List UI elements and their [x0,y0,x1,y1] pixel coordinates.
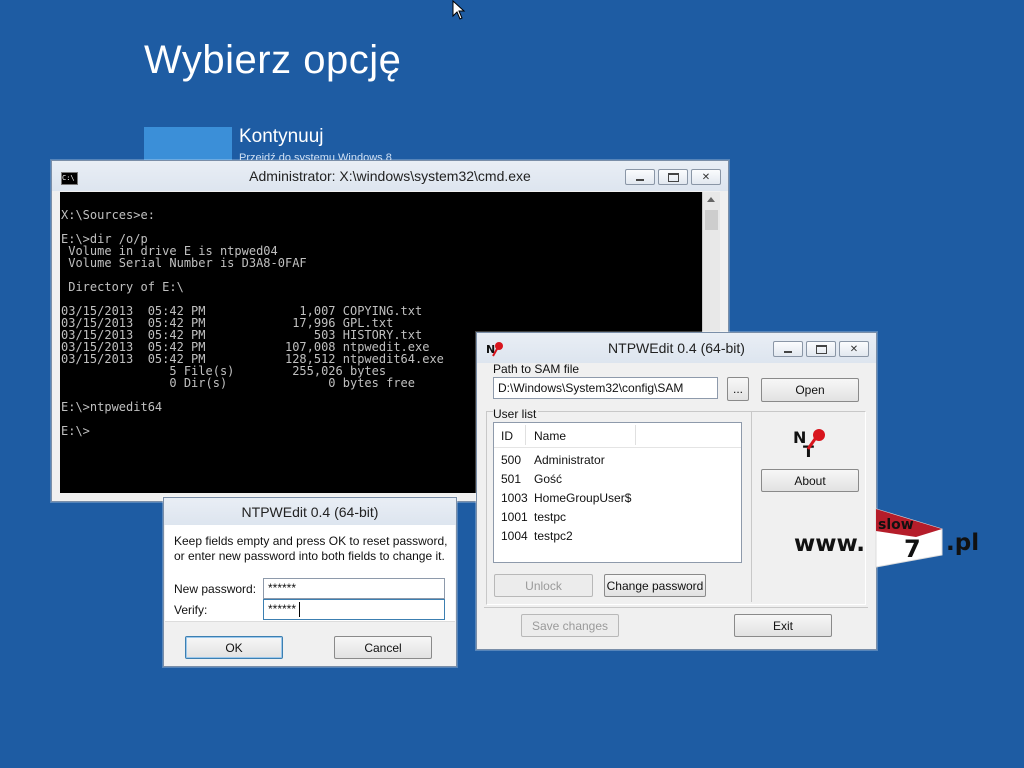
open-button[interactable]: Open [761,378,859,402]
verify-input[interactable]: ****** [263,599,445,620]
change-password-button[interactable]: Change password [604,574,706,597]
watermark-number: 7 [904,535,921,563]
sam-path-input[interactable]: D:\Windows\System32\config\SAM [493,377,718,399]
user-list-header: ID Name [494,423,741,448]
sam-path-label: Path to SAM file [493,362,580,376]
maximize-icon [815,344,827,354]
user-id: 1004 [501,529,528,543]
close-icon: ✕ [849,343,859,355]
new-password-input[interactable]: ****** [263,578,445,599]
password-dialog-message-1: Keep fields empty and press OK to reset … [174,534,448,548]
ntpwedit-titlebar[interactable]: N NTPWEdit 0.4 (64-bit) ✕ [477,333,876,363]
password-dialog-title: NTPWEdit 0.4 (64-bit) [241,504,379,520]
column-header-name[interactable]: Name [534,429,566,443]
column-separator[interactable] [525,425,526,445]
about-button[interactable]: About [761,469,859,492]
cancel-button[interactable]: Cancel [334,636,432,659]
page-title: Wybierz opcję [144,38,402,82]
watermark-prefix: www. [794,531,866,557]
maximize-icon [667,172,679,182]
new-password-label: New password: [174,582,257,596]
minimize-icon [636,179,644,181]
user-name: testpc2 [534,529,573,543]
browse-button[interactable]: ... [727,377,749,401]
user-name: HomeGroupUser$ [534,491,632,505]
maximize-button[interactable] [806,341,836,357]
user-row[interactable]: 501 Gość [494,469,741,488]
ntpwedit-logo-icon: N T [793,428,825,459]
scroll-up-icon[interactable] [707,197,715,202]
user-name: Gość [534,472,563,486]
minimize-icon [784,351,792,353]
user-name: testpc [534,510,567,524]
user-row[interactable]: 1003 HomeGroupUser$ [494,488,741,507]
watermark-word: slow [878,517,914,533]
user-name: Administrator [534,453,605,467]
watermark-logo-icon: slow 7 [875,508,943,568]
mouse-cursor-icon [452,0,466,20]
close-icon: ✕ [701,171,711,183]
ok-button[interactable]: OK [185,636,283,659]
footer-divider [484,607,868,608]
column-header-id[interactable]: ID [501,429,513,443]
user-row[interactable]: 500 Administrator [494,450,741,469]
verify-label: Verify: [174,603,208,617]
close-button[interactable]: ✕ [839,341,869,357]
user-row[interactable]: 1004 testpc2 [494,526,741,545]
password-dialog-message-2: or enter new password into both fields t… [174,549,445,563]
minimize-button[interactable] [625,169,655,185]
password-dialog-titlebar[interactable]: NTPWEdit 0.4 (64-bit) [164,498,456,525]
user-list-label: User list [493,407,539,421]
scrollbar-thumb[interactable] [705,210,718,230]
user-row[interactable]: 1001 testpc [494,507,741,526]
group-divider [751,412,752,602]
user-id: 501 [501,472,522,486]
watermark-suffix: .pl [946,530,980,556]
minimize-button[interactable] [773,341,803,357]
unlock-button[interactable]: Unlock [494,574,593,597]
cmd-titlebar[interactable]: C:\ Administrator: X:\windows\system32\c… [52,161,728,191]
text-caret [299,602,300,617]
save-changes-button[interactable]: Save changes [521,614,619,637]
user-list[interactable]: ID Name 500 Administrator 501 Gość 1003 HomeG… [493,422,742,563]
user-id: 1003 [501,491,528,505]
user-id: 500 [501,453,522,467]
exit-button[interactable]: Exit [734,614,832,637]
continue-tile-label[interactable]: Kontynuuj [239,126,324,148]
user-id: 1001 [501,510,528,524]
close-button[interactable]: ✕ [691,169,721,185]
column-separator[interactable] [635,425,636,445]
maximize-button[interactable] [658,169,688,185]
